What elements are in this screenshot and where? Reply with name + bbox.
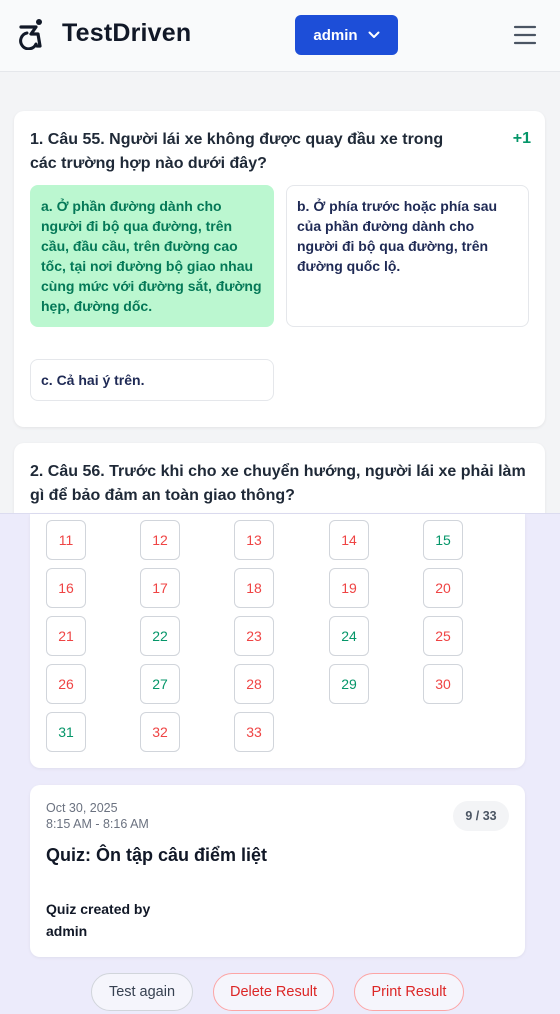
score-badge: 9 / 33 <box>453 801 509 831</box>
question-number-button[interactable]: 30 <box>423 664 463 704</box>
question-number-button[interactable]: 12 <box>140 520 180 560</box>
print-result-button[interactable]: Print Result <box>354 973 464 1011</box>
answer-option-a[interactable]: a. Ở phần đường dành cho người đi bộ qua… <box>30 185 274 327</box>
app-header: TestDriven admin <box>0 0 560 72</box>
answer-option-b[interactable]: b. Ở phía trước hoặc phía sau của phần đ… <box>286 185 529 327</box>
hamburger-menu-icon[interactable] <box>513 24 537 46</box>
question-number-button[interactable]: 26 <box>46 664 86 704</box>
question-number-button[interactable]: 22 <box>140 616 180 656</box>
user-menu-button[interactable]: admin <box>295 15 398 55</box>
test-again-button[interactable]: Test again <box>91 973 193 1011</box>
quiz-creator-name: admin <box>46 923 88 939</box>
question-number-button[interactable]: 18 <box>234 568 274 608</box>
question-number-button[interactable]: 20 <box>423 568 463 608</box>
answer-option-label: a. Ở phần đường dành cho người đi bộ qua… <box>41 198 262 314</box>
chevron-down-icon <box>368 31 380 38</box>
quiz-created-by-label: Quiz created by <box>46 901 151 917</box>
question-number-button[interactable]: 29 <box>329 664 369 704</box>
question-title: 1. Câu 55. Người lái xe không được quay … <box>30 131 444 172</box>
question-number-button[interactable]: 28 <box>234 664 274 704</box>
quiz-creator: Quiz created by admin <box>46 898 150 942</box>
results-panel: 11 12 13 14 15 16 17 18 19 20 21 22 23 24 25 26 27 28 29 30… <box>0 513 560 1014</box>
result-date: Oct 30, 2025 <box>46 801 118 815</box>
result-summary-card: Oct 30, 2025 8:15 AM - 8:16 AM 9 / 33 Qu… <box>30 785 525 957</box>
question-number-button[interactable]: 17 <box>140 568 180 608</box>
question-number-button[interactable]: 11 <box>46 520 86 560</box>
result-time: 8:15 AM - 8:16 AM <box>46 817 149 831</box>
question-title: 2. Câu 56. Trước khi cho xe chuyển hướng… <box>30 463 526 504</box>
question-number-grid: 11 12 13 14 15 16 17 18 19 20 21 22 23 24 25 26 27 28 29 30… <box>30 514 525 768</box>
question-number-button[interactable]: 16 <box>46 568 86 608</box>
question-number-button[interactable]: 24 <box>329 616 369 656</box>
brand-name[interactable]: TestDriven <box>62 19 191 48</box>
question-number-button[interactable]: 14 <box>329 520 369 560</box>
question-score: +1 <box>512 130 531 147</box>
question-number-button[interactable]: 19 <box>329 568 369 608</box>
question-number-button[interactable]: 25 <box>423 616 463 656</box>
question-number-button[interactable]: 32 <box>140 712 180 752</box>
question-number-button[interactable]: 21 <box>46 616 86 656</box>
question-number-button[interactable]: 27 <box>140 664 180 704</box>
answer-option-label: c. Cả hai ý trên. <box>41 372 145 388</box>
question-number-button[interactable]: 15 <box>423 520 463 560</box>
user-menu-label: admin <box>313 26 358 44</box>
question-number-button[interactable]: 23 <box>234 616 274 656</box>
answer-option-label: b. Ở phía trước hoặc phía sau của phần đ… <box>297 198 498 274</box>
question-number-button[interactable]: 33 <box>234 712 274 752</box>
accessibility-icon[interactable] <box>17 18 47 50</box>
delete-result-button[interactable]: Delete Result <box>213 973 334 1011</box>
answer-option-c[interactable]: c. Cả hai ý trên. <box>30 359 274 401</box>
question-card: 1. Câu 55. Người lái xe không được quay … <box>14 111 545 427</box>
quiz-title: Quiz: Ôn tập câu điểm liệt <box>46 845 268 865</box>
question-number-button[interactable]: 13 <box>234 520 274 560</box>
question-number-button[interactable]: 31 <box>46 712 86 752</box>
